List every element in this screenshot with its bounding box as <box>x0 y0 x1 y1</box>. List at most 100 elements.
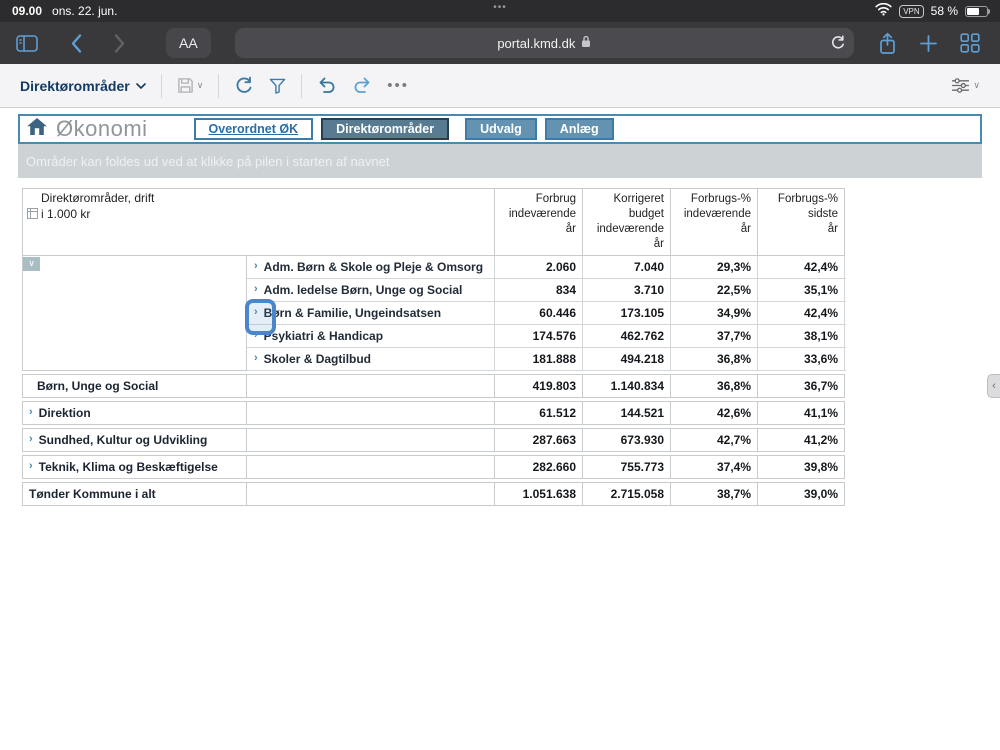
cell-value: 34,9% <box>671 302 758 324</box>
table-subtotal-row: Børn, Unge og Social 419.803 1.140.834 3… <box>22 374 846 398</box>
cell-value: 39,0% <box>758 482 845 506</box>
cell-value: 2.060 <box>495 256 583 278</box>
cell-value: 282.660 <box>495 455 583 479</box>
cell-value: 42,6% <box>671 401 758 425</box>
cell-value: 7.040 <box>583 256 671 278</box>
tab-overordnet-ok[interactable]: Overordnet ØK <box>194 118 314 140</box>
page-content: Økonomi Overordnet ØK Direktørområder Ud… <box>0 108 1000 506</box>
save-button[interactable]: ∨ <box>177 77 204 94</box>
cell-value: 2.715.058 <box>583 482 671 506</box>
collapse-toggle[interactable]: ∨ <box>23 257 40 271</box>
cell-value: 60.446 <box>495 302 583 324</box>
cell-value: 419.803 <box>495 374 583 398</box>
tab-direktoromrader[interactable]: Direktørområder <box>321 118 449 140</box>
cell-value: 174.576 <box>495 325 583 347</box>
corner-label: Direktørområder, drift i 1.000 kr <box>41 191 154 253</box>
reload-icon[interactable] <box>830 35 846 54</box>
row-expand-icon[interactable]: › <box>254 261 258 272</box>
cell-value: 3.710 <box>583 279 671 301</box>
table-row: ›Direktion 61.512 144.521 42,6% 41,1% <box>22 401 846 425</box>
reader-button[interactable]: AA <box>166 28 211 58</box>
sidebar-icon[interactable] <box>16 35 38 52</box>
cell-value: 834 <box>495 279 583 301</box>
table-row: › Adm. ledelse Børn, Unge og Social 834 3… <box>247 279 846 302</box>
refresh-icon[interactable] <box>234 76 254 96</box>
empty-cell <box>247 401 495 425</box>
empty-cell <box>247 482 495 506</box>
table-row: › Adm. Børn & Skole og Pleje & Omsorg 2.0… <box>247 256 846 279</box>
url-text: portal.kmd.dk <box>497 36 575 51</box>
tab-anlaeg[interactable]: Anlæg <box>545 118 614 140</box>
cell-value: 181.888 <box>495 348 583 370</box>
column-header: Forbrugs-% indeværende år <box>671 188 758 256</box>
group-merged-cell: ∨ <box>22 256 247 371</box>
cell-value: 1.140.834 <box>583 374 671 398</box>
cell-value: 38,1% <box>758 325 845 347</box>
cell-value: 41,1% <box>758 401 845 425</box>
cell-value: 37,4% <box>671 455 758 479</box>
cell-value: 38,7% <box>671 482 758 506</box>
page-title: Økonomi <box>56 116 148 142</box>
column-header: Forbrugs-% sidste år <box>758 188 845 256</box>
view-selector-dropdown[interactable]: Direktørområder <box>20 78 146 94</box>
display-options-chevron-icon: ∨ <box>973 80 980 91</box>
row-label: Børn, Unge og Social <box>37 379 158 393</box>
filter-icon[interactable] <box>269 78 286 94</box>
table-row: ›Børn & Familie, Ungeindsatsen 60.446 17… <box>247 302 846 325</box>
home-indicator-dots: ••• <box>493 2 507 13</box>
battery-icon <box>965 6 988 17</box>
undo-icon[interactable] <box>317 77 337 94</box>
page-header: Økonomi Overordnet ØK Direktørområder Ud… <box>18 114 982 144</box>
hint-text: Områder kan foldes ud ved at klikke på p… <box>26 154 389 169</box>
share-icon[interactable] <box>878 32 897 55</box>
row-expand-icon[interactable]: › <box>29 434 33 445</box>
empty-cell <box>247 374 495 398</box>
column-header: Korrigeret budget indeværende år <box>583 188 671 256</box>
cell-value: 36,7% <box>758 374 845 398</box>
table-row: ›Psykiatri & Handicap 174.576 462.762 37… <box>247 325 846 348</box>
battery-percent: 58 % <box>931 4 958 18</box>
display-options-icon[interactable]: ∨ <box>951 78 980 93</box>
toolbar-divider <box>301 74 302 98</box>
pivot-icon[interactable] <box>27 192 38 253</box>
scroll-left-tab[interactable]: ‹ <box>987 374 1000 398</box>
cell-value: 22,5% <box>671 279 758 301</box>
status-bar: 09.00 ons. 22. jun. ••• VPN 58 % <box>0 0 1000 22</box>
row-label: Adm. ledelse Børn, Unge og Social <box>264 283 463 297</box>
app-toolbar: Direktørområder ∨ ••• <box>0 64 1000 108</box>
toolbar-divider <box>161 74 162 98</box>
cell-value: 42,7% <box>671 428 758 452</box>
cell-value: 1.051.638 <box>495 482 583 506</box>
cell-value: 61.512 <box>495 401 583 425</box>
table-total-row: Tønder Kommune i alt 1.051.638 2.715.058… <box>22 482 846 506</box>
row-label: Børn & Familie, Ungeindsatsen <box>264 306 441 320</box>
vpn-badge: VPN <box>899 5 923 18</box>
table-header-row: Direktørområder, drift i 1.000 kr Forbru… <box>22 188 846 256</box>
address-bar[interactable]: portal.kmd.dk <box>235 28 854 58</box>
cell-value: 42,4% <box>758 302 845 324</box>
row-expand-icon[interactable]: › <box>29 407 33 418</box>
row-label: Adm. Børn & Skole og Pleje & Omsorg <box>264 260 483 274</box>
row-expand-icon[interactable]: › <box>29 461 33 472</box>
row-label: Tønder Kommune i alt <box>29 487 156 501</box>
cell-value: 144.521 <box>583 401 671 425</box>
new-tab-icon[interactable] <box>919 34 938 53</box>
row-expand-icon[interactable]: › <box>254 353 258 364</box>
back-icon[interactable] <box>70 33 83 54</box>
hint-banner: Områder kan foldes ud ved at klikke på p… <box>18 144 982 178</box>
tab-overview-icon[interactable] <box>960 33 980 53</box>
column-header: Forbrug indeværende år <box>495 188 583 256</box>
cell-value: 29,3% <box>671 256 758 278</box>
row-expand-icon[interactable]: › <box>254 284 258 295</box>
scroll-left-chevron-icon: ‹ <box>992 380 996 392</box>
wifi-icon <box>875 3 892 19</box>
cell-value: 494.218 <box>583 348 671 370</box>
home-icon[interactable] <box>26 117 48 141</box>
tab-udvalg[interactable]: Udvalg <box>465 118 537 140</box>
forward-icon[interactable] <box>113 33 126 54</box>
pivot-table: Direktørområder, drift i 1.000 kr Forbru… <box>22 188 846 506</box>
table-row: ›Teknik, Klima og Beskæftigelse 282.660 … <box>22 455 846 479</box>
redo-icon[interactable] <box>352 77 372 94</box>
cell-value: 39,8% <box>758 455 845 479</box>
more-button[interactable]: ••• <box>387 77 409 94</box>
